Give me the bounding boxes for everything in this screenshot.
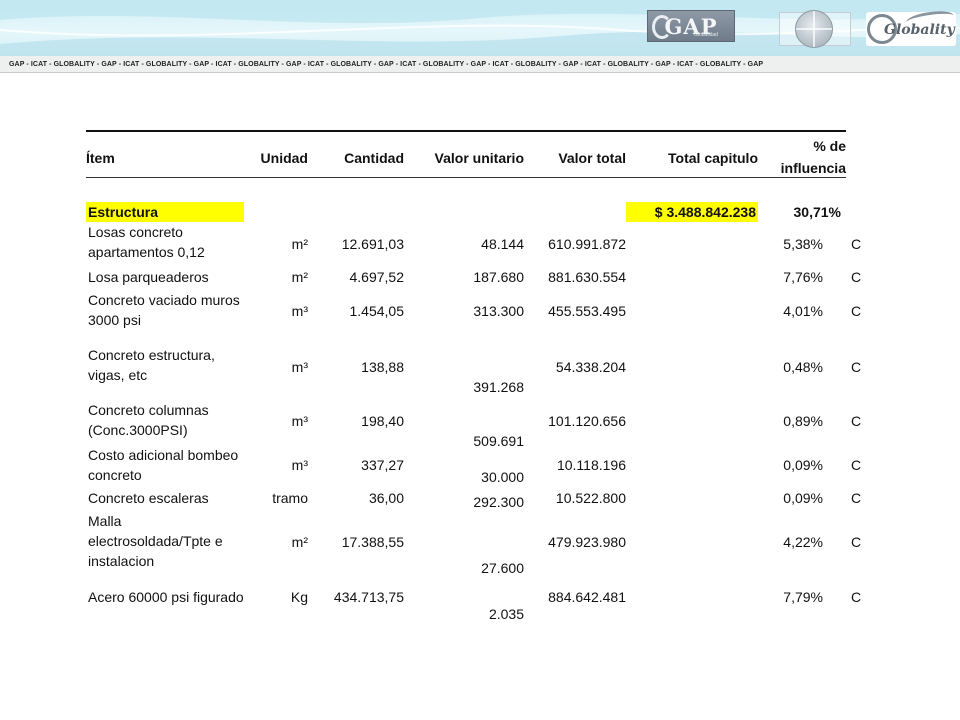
row-cantidad: 434.713,75 [333,589,404,605]
row-valor-total: 10.118.196 [556,457,626,473]
chapter-name: Estructura [86,202,244,222]
row-valor-total: 479.923.980 [548,534,626,550]
row-item: Costo adicional bombeo concreto [88,447,239,483]
row-influencia: 0,48% [783,359,823,375]
row-unidad: tramo [272,490,308,506]
row-cantidad: 17.388,55 [341,534,404,550]
row-valor-total: 610.991.872 [548,236,626,252]
row-flag: C [851,236,862,252]
row-influencia: 7,79% [783,589,823,605]
header-valor-unitario: Valor unitario [434,150,524,166]
header-cantidad: Cantidad [344,150,404,166]
row-flag: C [851,269,862,285]
row-cantidad: 4.697,52 [349,269,405,285]
row-cantidad: 36,00 [368,490,404,506]
header-banner: GAP Globalidad Globality [0,0,960,56]
row-influencia: 0,89% [783,413,823,429]
row-unidad: m³ [291,413,308,429]
row-item: Concreto vaciado muros 3000 psi [88,292,240,328]
row-valor-total: 10.522.800 [555,490,626,506]
row-valor-unitario: 391.268 [473,379,524,395]
row-unidad: m³ [291,457,308,473]
table-header: Ítem Unidad Cantidad Valor unitario Valo… [86,130,846,178]
row-valor-total: 881.630.554 [548,269,626,285]
header-influencia-line2: influencia [780,160,846,176]
row-unidad: m² [291,269,308,285]
row-item: Malla electrosoldada/Tpte e instalacion [88,513,223,569]
row-valor-unitario: 187.680 [473,269,524,285]
row-unidad: m² [291,534,308,550]
header-item: Ítem [86,150,115,166]
row-item: Concreto columnas (Conc.3000PSI) [88,402,209,438]
row-flag: C [851,490,862,506]
globe-icon [795,10,833,48]
row-flag: C [851,359,862,375]
row-influencia: 4,01% [783,303,823,319]
row-cantidad: 198,40 [361,413,404,429]
row-valor-unitario: 30.000 [481,469,524,485]
row-flag: C [851,589,862,605]
row-cantidad: 337,27 [361,457,404,473]
row-valor-unitario: 509.691 [473,433,524,449]
row-cantidad: 138,88 [361,359,404,375]
row-item: Concreto escaleras [88,490,209,506]
row-valor-unitario: 48.144 [481,236,524,252]
row-unidad: m³ [291,303,308,319]
row-item: Concreto estructura, vigas, etc [88,347,215,383]
row-valor-total: 884.642.481 [548,589,626,605]
gap-logo: GAP Globalidad [647,10,735,42]
header-influencia-line1: % de [813,138,846,154]
row-item: Losa parqueaderos [88,269,209,285]
row-valor-total: 101.120.656 [548,413,626,429]
row-flag: C [851,413,862,429]
row-influencia: 7,76% [783,269,823,285]
row-cantidad: 1.454,05 [349,303,405,319]
row-influencia: 5,38% [783,236,823,252]
row-valor-unitario: 313.300 [473,303,524,319]
ticker-strip: GAP - ICAT - GLOBALITY - GAP - ICAT - GL… [0,56,960,73]
globality-logo: Globality [866,8,956,46]
row-valor-total: 455.553.495 [548,303,626,319]
row-flag: C [851,457,862,473]
row-influencia: 0,09% [783,457,823,473]
row-influencia: 4,22% [783,534,823,550]
chapter-total: $ 3.488.842.238 [626,202,758,222]
row-valor-unitario: 292.300 [473,494,524,510]
header-total-capitulo: Total capitulo [668,150,758,166]
row-unidad: m³ [291,359,308,375]
icat-logo [779,8,851,48]
row-influencia: 0,09% [783,490,823,506]
row-valor-unitario: 27.600 [481,560,524,576]
row-unidad: m² [291,236,308,252]
row-valor-unitario: 2.035 [488,606,524,622]
row-flag: C [851,534,862,550]
row-item: Acero 60000 psi figurado [88,589,244,605]
row-flag: C [851,303,862,319]
row-cantidad: 12.691,03 [341,236,404,252]
chapter-influencia: 30,71% [793,204,841,220]
header-unidad: Unidad [260,150,308,166]
row-item: Losas concreto apartamentos 0,12 [88,224,205,260]
row-valor-total: 54.338.204 [555,359,626,375]
row-unidad: Kg [290,589,308,605]
header-valor-total: Valor total [558,150,626,166]
